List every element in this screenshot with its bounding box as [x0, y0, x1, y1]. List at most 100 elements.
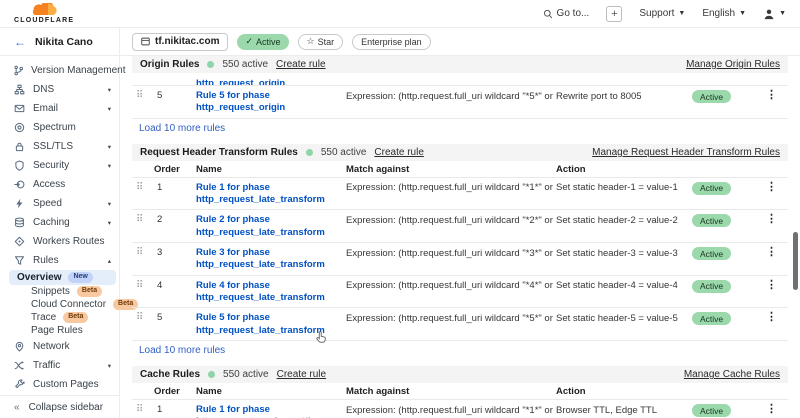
account-menu[interactable]: ▼ [763, 8, 786, 20]
status-badge: Active [692, 90, 731, 103]
domain-name: tf.nikitac.com [155, 36, 219, 47]
chevron-down-icon: ▼ [739, 10, 746, 17]
rule-order: 4 [154, 280, 196, 291]
sidebar-item-label: Cloud Connector [31, 299, 106, 310]
section-title: Origin Rules [140, 59, 199, 70]
rule-name-link[interactable]: Rule 1 for phasehttp_request_cache_setti… [196, 404, 346, 418]
rule-action: Set static header-5 = value-5 [556, 312, 692, 324]
sidebar-item-trace[interactable]: Trace Beta [0, 311, 119, 324]
sidebar-item-label: Caching [33, 217, 70, 228]
manage-rules-link[interactable]: Manage Cache Rules [684, 369, 780, 380]
sidebar-item-page-rules[interactable]: Page Rules [0, 324, 119, 337]
column-order: Order [154, 386, 196, 397]
sidebar-item-snippets[interactable]: Snippets Beta [0, 285, 119, 298]
kebab-menu-icon[interactable]: ⋮ [766, 90, 788, 101]
sidebar-item-spectrum[interactable]: Spectrum [0, 118, 119, 137]
rule-match-expression: Expression: (http.request.full_uri wildc… [346, 90, 556, 102]
create-rule-link[interactable]: Create rule [276, 59, 325, 70]
add-site-button[interactable]: + [606, 6, 622, 22]
drag-handle-icon[interactable]: ⠿ [132, 91, 154, 101]
rule-row: ⠿ 3 Rule 3 for phasehttp_request_late_tr… [132, 243, 788, 276]
sidebar-item-dns[interactable]: DNS ▾ [0, 80, 119, 99]
column-action: Action [556, 386, 788, 397]
load-more-rules-link[interactable]: Load 10 more rules [132, 341, 788, 360]
sidebar-item-overview[interactable]: Overview New [9, 270, 116, 285]
chevron-down-icon: ▾ [108, 105, 111, 113]
traffic-icon [13, 360, 26, 371]
manage-rules-link[interactable]: Manage Origin Rules [686, 59, 780, 70]
sidebar-item-network[interactable]: Network [0, 337, 119, 356]
kebab-menu-icon[interactable]: ⋮ [766, 214, 788, 225]
load-more-rules-link[interactable]: Load 10 more rules [132, 119, 788, 138]
kebab-menu-icon[interactable]: ⋮ [766, 280, 788, 291]
support-menu[interactable]: Support ▼ [639, 8, 685, 19]
sidebar-item-label: Rules [33, 255, 59, 266]
drag-handle-icon[interactable]: ⠿ [132, 215, 154, 225]
column-name: Name [196, 386, 346, 397]
column-match-against: Match against [346, 164, 556, 175]
partial-rule-row: http_request_origin [132, 73, 788, 86]
back-arrow-icon[interactable]: ← [14, 35, 26, 49]
manage-rules-link[interactable]: Manage Request Header Transform Rules [592, 147, 780, 158]
drag-handle-icon[interactable]: ⠿ [132, 183, 154, 193]
beta-badge: Beta [63, 312, 88, 322]
star-button[interactable]: ☆ Star [298, 34, 344, 50]
global-search[interactable]: Go to... [543, 8, 590, 19]
collapse-sidebar-button[interactable]: « Collapse sidebar [0, 395, 119, 418]
sidebar-item-version-management[interactable]: Version Management [0, 61, 119, 80]
sidebar-item-security[interactable]: Security ▾ [0, 156, 119, 175]
kebab-menu-icon[interactable]: ⋮ [766, 182, 788, 193]
sidebar-item-caching[interactable]: Caching ▾ [0, 213, 119, 232]
sidebar-item-label: Spectrum [33, 122, 76, 133]
sidebar-item-speed[interactable]: Speed ▾ [0, 194, 119, 213]
sidebar-item-label: Trace [31, 312, 56, 323]
chevron-down-icon: ▾ [108, 219, 111, 227]
user-icon [763, 8, 775, 20]
create-rule-link[interactable]: Create rule [374, 147, 423, 158]
lock-icon [13, 141, 26, 152]
drag-handle-icon[interactable]: ⠿ [132, 281, 154, 291]
rule-match-expression: Expression: (http.request.full_uri wildc… [346, 214, 556, 226]
rule-name-link[interactable]: Rule 1 for phasehttp_request_late_transf… [196, 182, 346, 207]
rule-name-link[interactable]: Rule 5 for phasehttp_request_late_transf… [196, 312, 346, 337]
sidebar-item-label: Snippets [31, 286, 70, 297]
table-body: http_request_origin ⠿ 5 Rule 5 for phase… [132, 73, 788, 119]
drag-handle-icon[interactable]: ⠿ [132, 405, 154, 415]
chevron-down-icon: ▾ [108, 86, 111, 94]
sidebar-item-cloud-connector[interactable]: Cloud Connector Beta [0, 298, 119, 311]
kebab-menu-icon[interactable]: ⋮ [766, 312, 788, 323]
sidebar-item-ssl-tls[interactable]: SSL/TLS ▾ [0, 137, 119, 156]
status-badge: Active [692, 280, 731, 293]
funnel-icon [13, 255, 26, 266]
sidebar-item-traffic[interactable]: Traffic ▾ [0, 356, 119, 375]
sidebar-item-email[interactable]: Email ▾ [0, 99, 119, 118]
rules-overview-content: Origin Rules 550 active Create rule Mana… [120, 56, 800, 418]
cloudflare-logo-text: CLOUDFLARE [14, 17, 74, 24]
kebab-menu-icon[interactable]: ⋮ [766, 404, 788, 415]
language-menu[interactable]: English ▼ [702, 8, 746, 19]
site-icon [141, 37, 150, 46]
sidebar-item-label: Overview [17, 272, 61, 283]
scrollbar-thumb[interactable] [793, 232, 798, 290]
rule-name-link[interactable]: http_request_origin [196, 78, 285, 86]
drag-handle-icon[interactable]: ⠿ [132, 313, 154, 323]
rule-name-link[interactable]: Rule 2 for phasehttp_request_late_transf… [196, 214, 346, 239]
sidebar-item-access[interactable]: Access [0, 175, 119, 194]
rule-name-link[interactable]: Rule 3 for phasehttp_request_late_transf… [196, 247, 346, 272]
domain-selector[interactable]: tf.nikitac.com [132, 33, 228, 51]
branch-icon [13, 65, 24, 76]
zone-header: ← Nikita Cano tf.nikitac.com ✓ Active ☆ … [0, 28, 800, 56]
sidebar-item-workers-routes[interactable]: Workers Routes [0, 232, 119, 251]
rule-name-link[interactable]: Rule 4 for phasehttp_request_late_transf… [196, 280, 346, 305]
sidebar-item-custom-pages[interactable]: Custom Pages [0, 375, 119, 394]
sidebar-item-label: DNS [33, 84, 54, 95]
rule-row: ⠿ 1 Rule 1 for phasehttp_request_late_tr… [132, 178, 788, 211]
rule-action: Set static header-1 = value-1 [556, 182, 692, 194]
rule-name-link[interactable]: Rule 5 for phasehttp_request_origin [196, 90, 346, 115]
drag-handle-icon[interactable]: ⠿ [132, 248, 154, 258]
rule-action: Browser TTL, Edge TTL [556, 404, 692, 416]
sidebar-item-rules[interactable]: Rules ▴ [0, 251, 119, 270]
cloudflare-logo[interactable]: CLOUDFLARE [14, 3, 74, 24]
kebab-menu-icon[interactable]: ⋮ [766, 247, 788, 258]
create-rule-link[interactable]: Create rule [277, 369, 326, 380]
